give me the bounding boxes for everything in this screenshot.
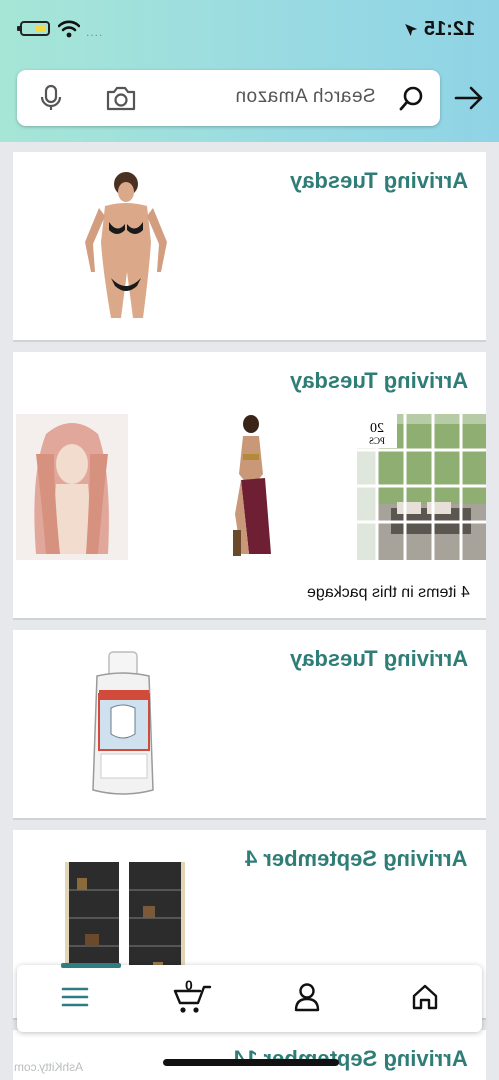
arrival-title: Arriving Tuesday (289, 168, 468, 193)
order-card[interactable]: Arriving Tuesday (13, 630, 486, 820)
home-button[interactable] (405, 977, 445, 1017)
wifi-icon (58, 20, 80, 38)
menu-button[interactable] (55, 977, 95, 1017)
account-icon (294, 983, 320, 1012)
arrival-title: Arriving Tuesday (289, 646, 468, 671)
search-placeholder[interactable]: Search Amazon (235, 86, 376, 108)
battery-icon (17, 21, 50, 36)
signal-indicator: .... (86, 25, 104, 39)
clock-time: 12:15 (423, 18, 475, 40)
search-icon[interactable] (398, 84, 426, 112)
watermark: AshKitty.com (14, 1060, 84, 1074)
account-button[interactable] (287, 977, 327, 1017)
menu-icon (61, 987, 89, 1007)
svg-text:PCS: PCS (369, 436, 385, 446)
microphone-icon[interactable] (37, 84, 65, 112)
pink-wig-photo (16, 414, 128, 560)
active-tab-indicator (61, 963, 121, 968)
arrival-title: Arriving September 4 (245, 846, 468, 871)
dry-hands-bottle-photo (83, 650, 163, 798)
cart-button[interactable]: 0 (170, 977, 214, 1017)
window-decals-photo: 20 PCS (357, 414, 486, 560)
home-icon (412, 984, 438, 1010)
arrival-title: Arriving Tuesday (289, 368, 468, 393)
order-card[interactable]: Arriving Tuesday (13, 152, 486, 342)
status-clock: 12:15 (404, 18, 475, 41)
cart-count-badge: 0 (185, 977, 193, 993)
bikini-swimsuit-photo (65, 172, 187, 320)
arrow-right-icon[interactable] (452, 83, 486, 113)
order-card[interactable]: Arriving September 14 (13, 1030, 486, 1080)
order-card[interactable]: Arriving Tuesday (13, 352, 486, 620)
status-bar: .... 12:15 (0, 0, 499, 60)
home-indicator[interactable] (163, 1059, 339, 1066)
svg-text:20: 20 (370, 421, 384, 436)
app-header: .... 12:15 Search Amazon (0, 0, 499, 142)
costume-photo (219, 414, 283, 560)
package-item-count: 4 items in this package (307, 584, 470, 601)
camera-icon[interactable] (105, 84, 137, 112)
location-arrow-icon (404, 23, 417, 36)
search-bar[interactable]: Search Amazon (17, 70, 440, 126)
bottom-navigation: 0 (17, 963, 482, 1032)
